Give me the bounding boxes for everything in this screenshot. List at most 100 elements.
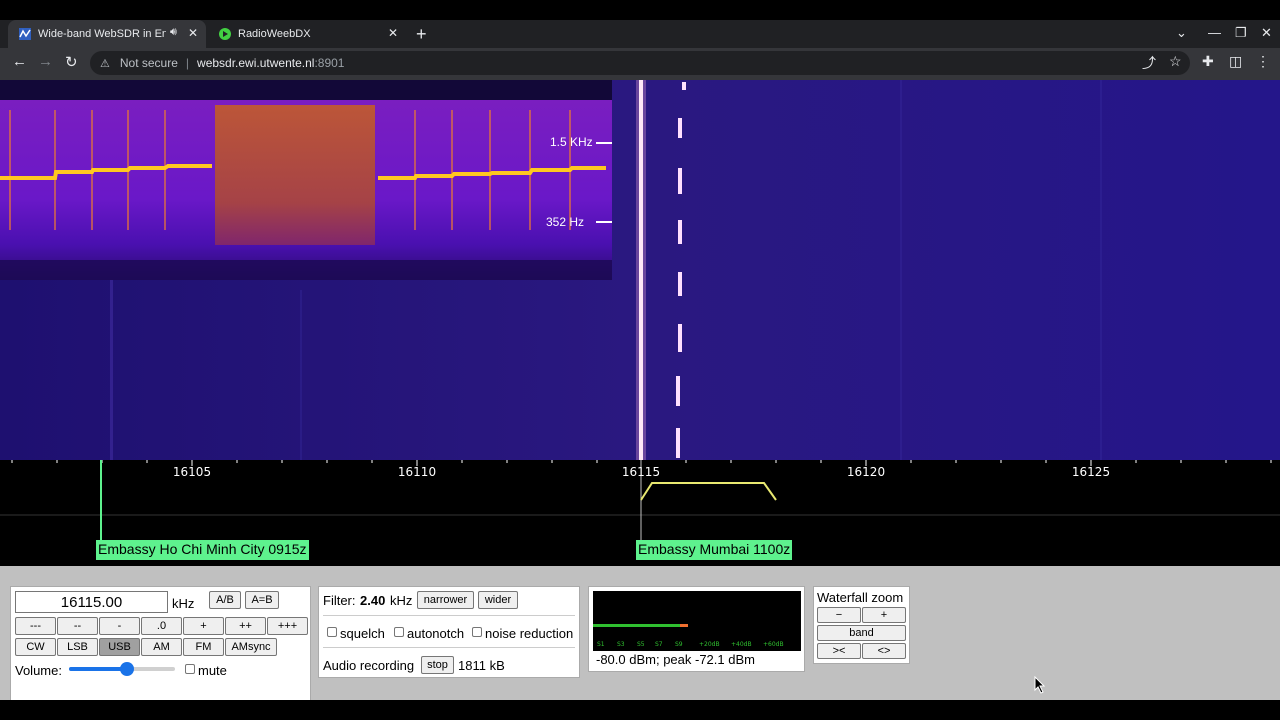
frequency-scale[interactable]: 16105 16110 16115 16120 16125 Embassy Ho… xyxy=(0,460,1280,566)
restore-icon[interactable]: ❐ xyxy=(1235,25,1247,41)
tuned-carrier-glow xyxy=(636,80,646,460)
squelch-label: squelch xyxy=(340,626,385,641)
mode-cw-button[interactable]: CW xyxy=(15,638,56,656)
step-up-small-button[interactable]: + xyxy=(183,617,224,635)
zoom-wide-button[interactable]: <> xyxy=(862,643,906,659)
smeter-scale-label: S3 xyxy=(617,641,625,648)
tick-label: 16105 xyxy=(172,465,212,479)
volume-fill xyxy=(69,667,127,671)
url-port: :8901 xyxy=(314,56,345,70)
mode-amsync-button[interactable]: AMsync xyxy=(225,638,277,656)
khz-overlay-label: 1.5 KHz xyxy=(550,135,593,149)
step-up-medium-button[interactable]: ++ xyxy=(225,617,266,635)
smeter-canvas: S1 S3 S5 S7 S9 +20dB +40dB +60dB xyxy=(593,624,784,648)
url-host: websdr.ewi.utwente.nl xyxy=(197,56,315,70)
a-equals-b-button[interactable]: A=B xyxy=(245,591,279,609)
waterfall-canvas xyxy=(0,80,1280,460)
side-panel-icon[interactable]: ◫ xyxy=(1229,53,1242,70)
smeter-scale-label: +60dB xyxy=(763,641,784,648)
frequency-unit: kHz xyxy=(172,596,195,611)
tick-label: 16115 xyxy=(621,465,661,479)
audio-burst xyxy=(215,105,375,245)
station-label-hcmc[interactable]: Embassy Ho Chi Minh City 0915z xyxy=(96,540,309,560)
mode-fm-button[interactable]: FM xyxy=(183,638,224,656)
volume-thumb[interactable] xyxy=(120,662,134,676)
step-down-large-button[interactable]: --- xyxy=(15,617,56,635)
smeter-level-bar xyxy=(593,624,680,627)
menu-kebab-icon[interactable]: ⋮ xyxy=(1256,53,1270,70)
back-arrow-icon[interactable]: ← xyxy=(12,53,27,70)
narrower-button[interactable]: narrower xyxy=(417,591,474,609)
mute-label: mute xyxy=(198,663,227,678)
zoom-out-button[interactable]: − xyxy=(817,607,861,623)
smeter-box: S1 S3 S5 S7 S9 +20dB +40dB +60dB -80.0 d… xyxy=(588,586,805,672)
volume-slider[interactable] xyxy=(69,662,175,676)
waterfall-zoom-title: Waterfall zoom xyxy=(817,590,904,605)
recording-size: 1811 kB xyxy=(458,658,505,673)
close-tab-icon[interactable]: ✕ xyxy=(388,26,398,40)
autonotch-checkbox[interactable] xyxy=(394,627,404,637)
mute-checkbox[interactable] xyxy=(185,664,195,674)
tab-websdr[interactable]: Wide-band WebSDR in Ensch 🔊︎ ✕ xyxy=(8,20,206,48)
reload-icon[interactable]: ↻ xyxy=(65,53,78,71)
filter-divider xyxy=(323,647,575,648)
filter-divider xyxy=(323,615,575,616)
close-tab-icon[interactable]: ✕ xyxy=(188,26,198,40)
frequency-input[interactable] xyxy=(15,591,168,613)
zoom-narrow-button[interactable]: >< xyxy=(817,643,861,659)
filter-label: Filter: xyxy=(323,593,356,608)
control-panel: kHz A/B A=B --- -- - .0 + ++ +++ CW LSB … xyxy=(0,566,1280,703)
smeter-scale-label: +20dB xyxy=(699,641,720,648)
tab-radioweebdx[interactable]: RadioWeebDX ✕ xyxy=(208,20,408,48)
wider-button[interactable]: wider xyxy=(478,591,518,609)
filter-value: 2.40 xyxy=(360,593,386,608)
os-bottom-bar xyxy=(0,700,1280,720)
extensions-puzzle-icon[interactable]: ✚ xyxy=(1202,53,1214,70)
os-top-bar xyxy=(0,0,1280,20)
minimize-icon[interactable]: — xyxy=(1208,25,1221,40)
step-down-small-button[interactable]: - xyxy=(99,617,140,635)
filter-box: Filter: 2.40 kHz narrower wider squelch … xyxy=(318,586,580,678)
tab-search-chevron-icon[interactable]: ⌄ xyxy=(1176,25,1187,41)
smeter-peak-bar xyxy=(680,624,688,627)
smeter-scale-label: S1 xyxy=(597,641,605,648)
security-status: Not secure xyxy=(119,56,178,70)
smeter-scale-label: +40dB xyxy=(731,641,752,648)
squelch-checkbox[interactable] xyxy=(327,627,337,637)
waterfall-display[interactable]: 1.5 KHz 352 Hz xyxy=(0,80,1280,460)
separator: | xyxy=(185,56,190,70)
close-window-icon[interactable]: ✕ xyxy=(1261,25,1272,41)
passband-indicator[interactable] xyxy=(640,482,777,501)
step-up-large-button[interactable]: +++ xyxy=(267,617,308,635)
tab-title: Wide-band WebSDR in Ensch xyxy=(38,28,166,40)
audio-low-noise xyxy=(0,260,612,280)
new-tab-icon[interactable]: + xyxy=(416,24,427,45)
zoom-band-button[interactable]: band xyxy=(817,625,906,641)
share-icon[interactable]: ⤴ xyxy=(1142,53,1156,73)
stop-recording-button[interactable]: stop xyxy=(421,656,454,674)
audio-top-band xyxy=(0,80,612,100)
address-bar[interactable]: ⚠ Not secure | websdr.ewi.utwente.nl:890… xyxy=(90,51,1190,75)
smeter-reading: -80.0 dBm; peak -72.1 dBm xyxy=(596,652,755,667)
forward-arrow-icon[interactable]: → xyxy=(38,53,53,70)
station-label-mumbai[interactable]: Embassy Mumbai 1100z xyxy=(636,540,793,560)
signal-meter: S1 S3 S5 S7 S9 +20dB +40dB +60dB xyxy=(593,591,801,651)
step-down-medium-button[interactable]: -- xyxy=(57,617,98,635)
tick-label: 16120 xyxy=(846,465,886,479)
mode-lsb-button[interactable]: LSB xyxy=(57,638,98,656)
play-favicon xyxy=(218,27,232,41)
round-frequency-button[interactable]: .0 xyxy=(141,617,182,635)
browser-chrome: Wide-band WebSDR in Ensch 🔊︎ ✕ RadioWeeb… xyxy=(0,0,1280,80)
zoom-in-button[interactable]: + xyxy=(862,607,906,623)
websdr-favicon xyxy=(18,27,32,41)
speaker-icon[interactable]: 🔊︎ xyxy=(170,26,177,39)
mode-am-button[interactable]: AM xyxy=(141,638,182,656)
mode-usb-button[interactable]: USB xyxy=(99,638,140,656)
ab-button[interactable]: A/B xyxy=(209,591,241,609)
smeter-scale-label: S7 xyxy=(655,641,663,648)
noise-reduction-checkbox[interactable] xyxy=(472,627,482,637)
noise-reduction-label: noise reduction xyxy=(485,626,574,641)
bookmark-star-icon[interactable]: ☆ xyxy=(1169,53,1182,70)
tab-title: RadioWeebDX xyxy=(238,28,311,40)
hz-overlay-label: 352 Hz xyxy=(546,215,585,229)
